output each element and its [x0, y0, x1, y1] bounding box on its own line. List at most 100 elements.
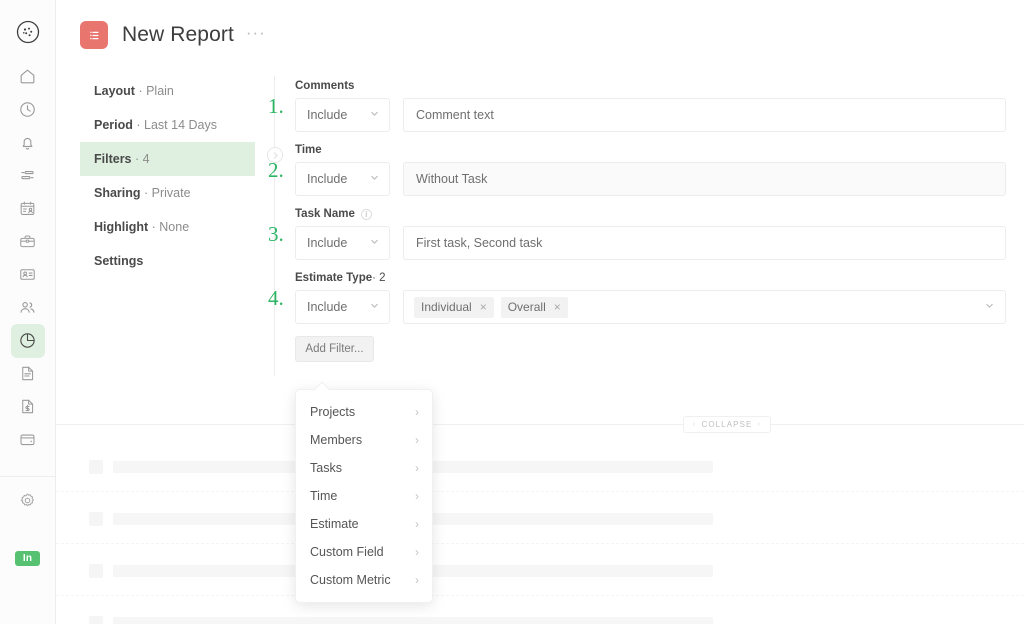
- sidebar-item-invoices[interactable]: [11, 390, 45, 424]
- filter-mode-select[interactable]: Include: [295, 98, 390, 132]
- left-rail: In: [0, 0, 56, 624]
- filter-value-text: Comment text: [416, 108, 494, 122]
- filter-controls: Include Comment text: [266, 98, 1006, 132]
- menu-item-label: Projects: [310, 405, 356, 419]
- collapse-divider: [56, 424, 1024, 425]
- filter-mode-value: Include: [307, 172, 348, 186]
- sidebar-item-home[interactable]: [11, 60, 45, 94]
- gear-icon[interactable]: [11, 483, 45, 517]
- chevron-down-icon: [369, 172, 380, 186]
- filter-value-text: Without Task: [416, 172, 488, 186]
- filter-controls: Include Individual × Overall ×: [266, 290, 1006, 324]
- nav-item-layout[interactable]: Layout · Plain: [80, 74, 255, 108]
- nav-item-settings[interactable]: Settings: [80, 244, 255, 278]
- nav-item-label: Highlight: [94, 220, 149, 234]
- menu-item-projects[interactable]: Projects ›: [296, 398, 432, 426]
- filter-value-input[interactable]: First task, Second task: [403, 226, 1006, 260]
- menu-item-members[interactable]: Members ›: [296, 426, 432, 454]
- filter-step-number: 2.: [268, 158, 284, 182]
- sidebar-item-team[interactable]: [11, 291, 45, 325]
- chevron-right-icon: ›: [757, 421, 761, 428]
- nav-item-sharing[interactable]: Sharing · Private: [80, 176, 255, 210]
- more-options-button[interactable]: ···: [246, 24, 266, 47]
- collapse-label: COLLAPSE: [701, 420, 753, 429]
- filter-value-input[interactable]: Without Task: [403, 162, 1006, 196]
- page-header: New Report ···: [56, 0, 1024, 70]
- chevron-down-icon: [369, 108, 380, 122]
- menu-item-label: Tasks: [310, 461, 342, 475]
- filter-row: 2. Time Include Without Task: [266, 144, 1006, 196]
- placeholder-row: [56, 596, 1024, 624]
- chevron-right-icon: ›: [415, 573, 419, 587]
- nav-item-label: Sharing: [94, 186, 141, 200]
- filter-row: 3. Task Name i Include First task, Second ta…: [266, 208, 1006, 260]
- status-badge[interactable]: In: [14, 551, 41, 566]
- remove-tag-icon[interactable]: ×: [480, 301, 487, 313]
- menu-item-label: Custom Field: [310, 545, 384, 559]
- placeholder-square: [89, 564, 103, 578]
- sidebar-item-schedule[interactable]: [11, 192, 45, 226]
- sidebar-item-expenses[interactable]: [11, 423, 45, 457]
- report-settings-nav: Layout · Plain Period · Last 14 Days Filte…: [80, 74, 255, 278]
- filter-step-number: 4.: [268, 286, 284, 310]
- filter-controls: Include First task, Second task: [266, 226, 1006, 260]
- filter-value-text: First task, Second task: [416, 236, 543, 250]
- menu-item-label: Time: [310, 489, 338, 503]
- placeholder-bar: [113, 617, 713, 624]
- menu-item-estimate[interactable]: Estimate ›: [296, 510, 432, 538]
- sidebar-item-activity[interactable]: [11, 159, 45, 193]
- nav-item-period[interactable]: Period · Last 14 Days: [80, 108, 255, 142]
- placeholder-row: [56, 440, 1024, 492]
- add-filter-menu: Projects › Members › Tasks › Time › Estimate › Cus…: [295, 389, 433, 603]
- remove-tag-icon[interactable]: ×: [554, 301, 561, 313]
- page-title: New Report: [122, 23, 234, 46]
- menu-item-label: Custom Metric: [310, 573, 391, 587]
- nav-item-filters[interactable]: Filters · 4: [80, 142, 255, 176]
- app-logo-icon[interactable]: [16, 20, 40, 44]
- filter-mode-select[interactable]: Include: [295, 290, 390, 324]
- menu-item-custom-metric[interactable]: Custom Metric ›: [296, 566, 432, 594]
- placeholder-square: [89, 616, 103, 624]
- filter-mode-select[interactable]: Include: [295, 226, 390, 260]
- chevron-down-icon: [369, 236, 380, 250]
- menu-item-custom-field[interactable]: Custom Field ›: [296, 538, 432, 566]
- nav-item-label: Layout: [94, 84, 135, 98]
- filter-value-input[interactable]: Comment text: [403, 98, 1006, 132]
- nav-item-value: · Plain: [134, 84, 174, 98]
- filter-label: Time: [295, 144, 1006, 156]
- chevron-left-icon: ‹: [693, 421, 697, 428]
- filter-step-number: 3.: [268, 222, 284, 246]
- chevron-down-icon[interactable]: [984, 300, 995, 314]
- menu-item-tasks[interactable]: Tasks ›: [296, 454, 432, 482]
- sidebar-item-reports[interactable]: [10, 323, 45, 358]
- filter-label: Estimate Type · 2: [295, 272, 1006, 284]
- filter-controls: Include Without Task: [266, 162, 1006, 196]
- sidebar-item-notifications[interactable]: [11, 126, 45, 160]
- filter-tags-field[interactable]: Individual × Overall ×: [403, 290, 1006, 324]
- nav-item-highlight[interactable]: Highlight · None: [80, 210, 255, 244]
- placeholder-square: [89, 460, 103, 474]
- filter-label-text: Time: [295, 144, 322, 156]
- menu-item-time[interactable]: Time ›: [296, 482, 432, 510]
- menu-item-label: Members: [310, 433, 363, 447]
- filter-count: · 2: [372, 272, 386, 284]
- add-filter-button[interactable]: Add Filter...: [295, 336, 374, 362]
- sidebar-item-projects[interactable]: [11, 225, 45, 259]
- sidebar-item-timer[interactable]: [11, 93, 45, 127]
- chevron-right-icon: ›: [415, 489, 419, 503]
- filter-row: 4. Estimate Type · 2 Include Individual × Ove…: [266, 272, 1006, 324]
- chevron-right-icon: ›: [415, 545, 419, 559]
- app-window: In New Report ··· Layout · Plain Period ·…: [0, 0, 1024, 624]
- nav-item-label: Settings: [94, 254, 144, 268]
- filter-label-text: Estimate Type: [295, 272, 373, 284]
- filter-label-text: Comments: [295, 80, 355, 92]
- filter-tag-label: Individual: [421, 300, 472, 314]
- filter-label: Task Name i: [295, 208, 1006, 220]
- filter-mode-select[interactable]: Include: [295, 162, 390, 196]
- nav-item-label: Period: [94, 118, 133, 132]
- info-icon[interactable]: i: [360, 208, 372, 220]
- sidebar-item-clients[interactable]: [11, 258, 45, 292]
- collapse-button[interactable]: ‹ COLLAPSE ›: [683, 416, 771, 433]
- chevron-down-icon: [369, 300, 380, 314]
- sidebar-item-documents[interactable]: [11, 357, 45, 391]
